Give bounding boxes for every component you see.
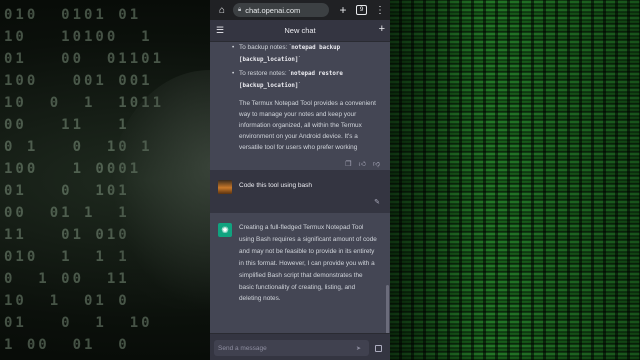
message-actions: ❐ 👍︎ 👎︎ xyxy=(345,159,380,170)
bullet-text: To restore notes: ` xyxy=(239,70,291,77)
new-chat-button[interactable]: + xyxy=(379,23,385,35)
thumbs-down-icon[interactable]: 👎︎ xyxy=(373,159,380,170)
tab-switcher-button[interactable]: 9 xyxy=(356,5,367,15)
address-bar[interactable]: 🔒︎ chat.openai.com xyxy=(233,3,329,17)
new-tab-button[interactable]: + xyxy=(338,3,348,17)
stop-generating-icon[interactable] xyxy=(375,345,382,352)
url-text: chat.openai.com xyxy=(245,5,301,15)
home-icon[interactable]: ⌂ xyxy=(215,5,229,16)
bullet-suffix: ` xyxy=(298,82,301,89)
list-item: To backup notes: `notepad backup [backup… xyxy=(232,42,380,66)
avatar xyxy=(218,180,232,194)
scrollbar[interactable] xyxy=(386,285,389,335)
lock-icon: 🔒︎ xyxy=(238,6,242,13)
browser-menu-icon[interactable]: ⋮ xyxy=(375,5,385,16)
background-shade xyxy=(390,0,640,360)
message-paragraph: Creating a full-fledged Termux Notepad T… xyxy=(239,224,377,303)
composer: Send a message ➤ xyxy=(210,333,390,360)
chat-header: ☰ New chat + xyxy=(210,20,390,42)
page-title: New chat xyxy=(284,26,316,35)
edit-icon[interactable]: ✎ xyxy=(374,197,380,208)
message-paragraph: The Termux Notepad Tool provides a conve… xyxy=(239,100,376,151)
send-icon[interactable]: ➤ xyxy=(356,345,361,352)
browser-toolbar: ⌂ 🔒︎ chat.openai.com + 9 ⋮ xyxy=(210,0,390,20)
bullet-suffix: ` xyxy=(298,56,301,63)
list-item: To restore notes: `notepad restore [back… xyxy=(232,68,380,92)
thumbs-up-icon[interactable]: 👍︎ xyxy=(359,159,366,170)
assistant-message: ✺ Creating a full-fledged Termux Notepad… xyxy=(210,213,390,333)
bullet-text: To backup notes: ` xyxy=(239,44,292,51)
message-input[interactable]: Send a message ➤ xyxy=(214,340,369,356)
hamburger-menu-icon[interactable]: ☰ xyxy=(216,25,224,36)
message-input-placeholder: Send a message xyxy=(218,344,267,352)
assistant-message: To backup notes: `notepad backup [backup… xyxy=(210,42,390,170)
user-message-text: Code this tool using bash xyxy=(239,182,312,189)
chatgpt-logo-icon: ✺ xyxy=(218,223,232,237)
phone-screen: ⌂ 🔒︎ chat.openai.com + 9 ⋮ ☰ New chat + … xyxy=(210,0,390,360)
user-message: Code this tool using bash ✎ xyxy=(210,170,390,213)
copy-icon[interactable]: ❐ xyxy=(345,159,351,170)
